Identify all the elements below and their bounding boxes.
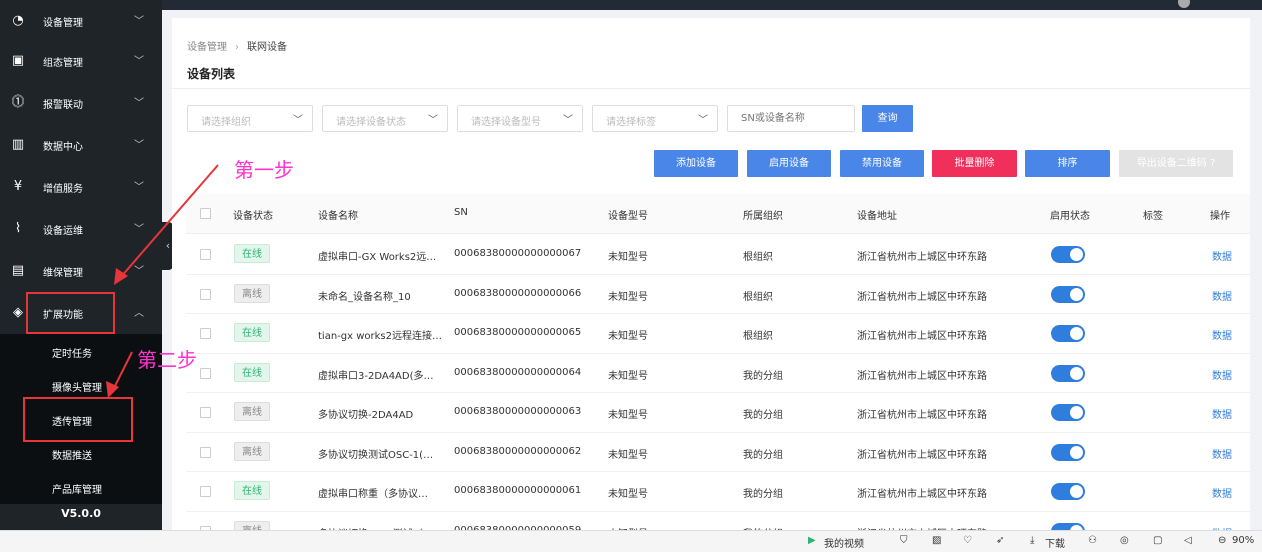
highlight-passthrough [23,397,133,442]
annotation-overlay [106,164,219,398]
highlight-extensions [26,292,115,334]
browser-icon[interactable]: ◎ [1120,535,1129,546]
step1-arrow [119,164,219,279]
rocket-icon[interactable]: ➶ [996,535,1004,546]
speaker-icon[interactable]: ◁ [1184,535,1192,546]
game-icon[interactable]: ⚇ [1088,535,1097,546]
image-icon[interactable]: ▨ [932,535,941,546]
heart-icon[interactable]: ♡ [963,535,972,546]
video-icon[interactable]: ▶ [808,535,816,546]
step2-label: 第二步 [137,348,197,372]
step1-label: 第一步 [234,158,294,182]
browser-status-bar: ▶ 我的视频 ⛉ ▨ ♡ ➶ ⤓ 下载 ⚇ ◎ ▢ ◁ ⊖ 90% [0,530,1262,552]
shield-icon[interactable]: ⛉ [900,535,908,546]
download-icon[interactable]: ⤓ [1030,535,1034,546]
zoom-icon[interactable]: ⊖ [1218,535,1226,546]
download-link[interactable]: 下载 [1045,535,1065,550]
window-icon[interactable]: ▢ [1153,535,1162,546]
zoom-level[interactable]: 90% [1232,535,1254,546]
my-video-link[interactable]: 我的视频 [824,535,864,550]
